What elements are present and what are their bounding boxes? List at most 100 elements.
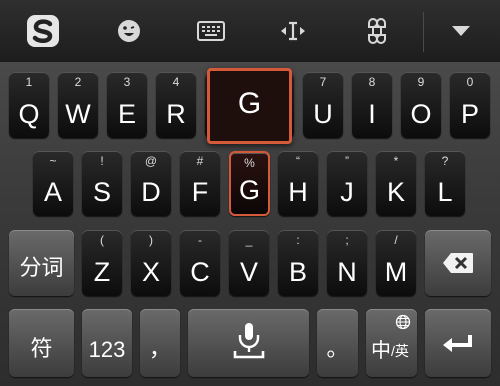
key-sub-label: /	[394, 233, 398, 247]
key-a[interactable]: ~ A	[33, 151, 73, 216]
candidate-toolbar	[0, 0, 500, 63]
enter-button[interactable]	[425, 309, 491, 377]
key-label: M	[384, 257, 408, 287]
key-sub-label: :	[296, 233, 300, 247]
number-key[interactable]: 123	[82, 309, 132, 377]
key-z[interactable]: ( Z	[82, 230, 122, 296]
period-label: 。	[326, 336, 349, 361]
key-k[interactable]: * K	[376, 151, 416, 216]
key-label: V	[239, 257, 258, 287]
key-label: Z	[93, 257, 111, 287]
key-sub-label: 7	[319, 75, 327, 89]
key-sub-label: 0	[466, 75, 474, 89]
backspace-x-icon	[443, 253, 473, 273]
key-label: O	[410, 99, 432, 129]
key-f[interactable]: # F	[180, 151, 220, 216]
key-q[interactable]: 1 Q	[9, 72, 49, 138]
cursor-move-icon[interactable]	[264, 0, 322, 62]
key-sub-label: 2	[74, 75, 82, 89]
key-sub-label: @	[144, 154, 158, 168]
key-sub-label: 9	[417, 75, 425, 89]
toolbar-divider	[423, 12, 424, 52]
globe-icon	[395, 314, 411, 330]
key-sub-label: 8	[368, 75, 376, 89]
space-voice-key[interactable]	[188, 309, 309, 377]
command-icon[interactable]	[348, 0, 406, 62]
microphone-icon	[233, 323, 265, 359]
key-sub-label: ;	[345, 233, 349, 247]
key-p[interactable]: 0 P	[450, 72, 490, 138]
sogou-logo-icon[interactable]	[14, 0, 72, 62]
key-label: R	[166, 99, 186, 129]
key-label: W	[65, 99, 91, 129]
key-s[interactable]: ! S	[82, 151, 122, 216]
key-i[interactable]: 8 I	[352, 72, 392, 138]
key-label: E	[117, 99, 136, 129]
key-n[interactable]: ; N	[327, 230, 367, 296]
key-sub-label: *	[393, 154, 399, 168]
keyboard-icon[interactable]	[182, 0, 240, 62]
key-sub-label: 3	[123, 75, 131, 89]
key-v[interactable]: _ V	[229, 230, 269, 296]
key-sub-label: 4	[172, 75, 180, 89]
comma-key[interactable]: ，	[140, 309, 180, 377]
key-label: H	[288, 177, 308, 207]
en-label: /英	[391, 343, 409, 359]
key-label: G	[238, 175, 260, 205]
key-w[interactable]: 2 W	[58, 72, 98, 138]
key-o[interactable]: 9 O	[401, 72, 441, 138]
key-label: K	[386, 177, 405, 207]
key-sub-label: -	[198, 233, 202, 247]
key-label: C	[190, 257, 210, 287]
fenci-label: 分词	[19, 255, 64, 280]
key-c[interactable]: - C	[180, 230, 220, 296]
key-sub-label: #	[196, 154, 204, 168]
fenci-key[interactable]: 分词	[9, 230, 74, 296]
popup-label: G	[237, 87, 262, 120]
key-u[interactable]: 7 U	[303, 72, 343, 138]
key-label: Q	[18, 99, 40, 129]
key-label: J	[340, 177, 354, 207]
key-label: P	[460, 99, 479, 129]
key-label: S	[92, 177, 111, 207]
number-label: 123	[88, 337, 126, 362]
key-m[interactable]: / M	[376, 230, 416, 296]
key-label: I	[368, 99, 376, 129]
key-sub-label: )	[149, 233, 153, 247]
symbol-key[interactable]: 符	[9, 309, 74, 377]
delete-button[interactable]	[425, 230, 491, 296]
key-l[interactable]: ? L	[425, 151, 465, 216]
key-sub-label: ?	[441, 154, 449, 168]
key-sub-label: _	[245, 233, 253, 247]
symbol-label: 符	[30, 336, 53, 361]
key-label: L	[437, 177, 453, 207]
key-label: D	[141, 177, 161, 207]
key-label: X	[141, 257, 160, 287]
key-sub-label: ~	[49, 154, 57, 168]
key-label: U	[313, 99, 333, 129]
key-e[interactable]: 3 E	[107, 72, 147, 138]
key-b[interactable]: : B	[278, 230, 318, 296]
lang-switch-key[interactable]: 中 /英	[366, 309, 417, 377]
key-d[interactable]: @ D	[131, 151, 171, 216]
emoji-face-icon[interactable]	[100, 0, 158, 62]
key-label: N	[337, 257, 357, 287]
key-label: B	[288, 257, 307, 287]
key-sub-label: %	[244, 156, 255, 170]
key-sub-label: 1	[25, 75, 33, 89]
key-x[interactable]: ) X	[131, 230, 171, 296]
key-sub-label: !	[100, 154, 104, 168]
collapse-triangle-icon[interactable]	[432, 0, 490, 62]
key-sub-label: (	[100, 233, 104, 247]
period-key[interactable]: 。	[317, 309, 358, 377]
comma-label: ，	[148, 336, 171, 361]
key-sub-label: “	[296, 154, 300, 168]
key-j[interactable]: ” J	[327, 151, 367, 216]
key-label: A	[43, 177, 62, 207]
key-h[interactable]: “ H	[278, 151, 318, 216]
key-r[interactable]: 4 R	[156, 72, 196, 138]
zh-label: 中	[371, 340, 391, 362]
key-sub-label: ”	[345, 154, 349, 168]
key-preview-popup: G	[207, 68, 292, 144]
key-g[interactable]: % G	[229, 151, 270, 216]
